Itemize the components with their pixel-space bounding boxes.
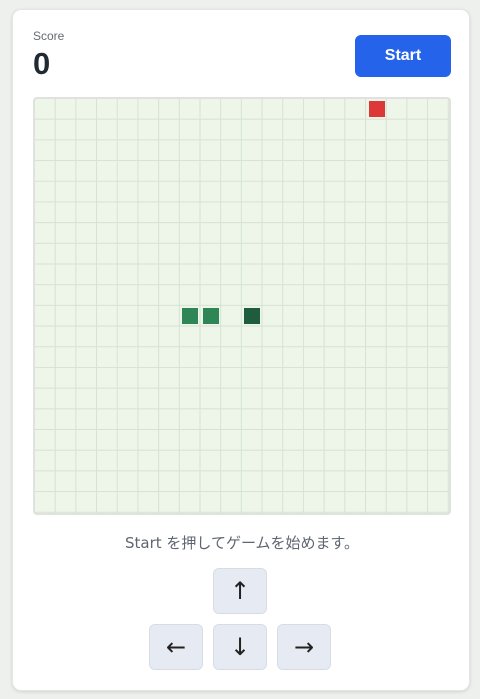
down-arrow-button[interactable]: ↓ xyxy=(213,624,267,670)
score-value: 0 xyxy=(33,46,51,81)
up-arrow-button[interactable]: ↑ xyxy=(213,568,267,614)
snake-head xyxy=(244,308,261,325)
score-label: Score xyxy=(33,29,65,43)
game-board xyxy=(33,97,451,515)
start-button[interactable]: Start xyxy=(355,35,451,77)
status-message: Start を押してゲームを始めます。 xyxy=(124,534,359,552)
snake-segment xyxy=(182,308,199,325)
right-arrow-button[interactable]: → xyxy=(277,624,331,670)
snake-segment xyxy=(202,308,219,325)
left-arrow-button[interactable]: ← xyxy=(149,624,203,670)
food-cell xyxy=(368,101,385,118)
game-card: Score 0 Start Start を押してゲームを始めます。 ↑ ← ↓ … xyxy=(12,9,470,691)
